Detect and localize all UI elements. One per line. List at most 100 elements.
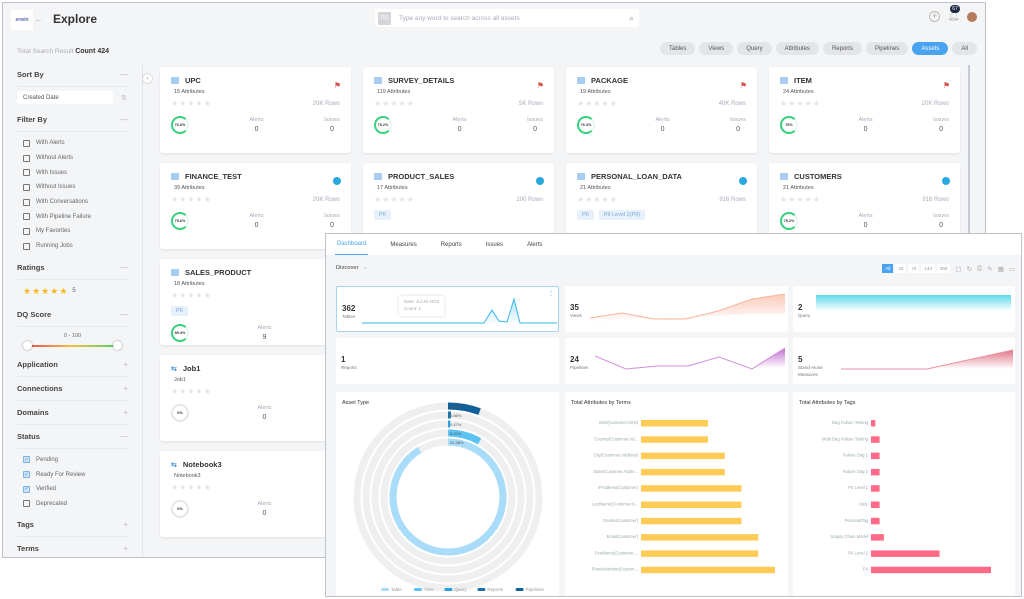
search-icon[interactable]: ⌕: [629, 13, 634, 24]
star-rating[interactable]: ★★★★★: [171, 483, 212, 492]
star-icon[interactable]: ★: [50, 286, 58, 297]
star-rating[interactable]: ★★★★★: [577, 195, 618, 204]
asset-card[interactable]: PACKAGE ⚑ 19 Attributes ★★★★★ 40K Rows 76.3% A…: [566, 67, 757, 153]
dq-score-slider[interactable]: [23, 339, 122, 353]
card-title[interactable]: SURVEY_DETAILS: [388, 76, 454, 85]
range-All[interactable]: All: [882, 264, 894, 273]
filter-option[interactable]: Running Jobs: [23, 239, 128, 254]
flag-icon[interactable]: ⚑: [334, 81, 341, 90]
star-rating[interactable]: ★★★★★: [171, 195, 212, 204]
filter-chip-attributes[interactable]: Attributes: [775, 42, 819, 55]
star-rating[interactable]: ★★★★★: [374, 99, 415, 108]
settings-icon[interactable]: ✎: [987, 265, 992, 273]
expand-icon[interactable]: +: [123, 520, 128, 529]
filter-option[interactable]: With Conversations: [23, 195, 128, 210]
star-rating[interactable]: ★★★★★: [171, 291, 212, 300]
card-title[interactable]: PACKAGE: [591, 76, 628, 85]
application-header[interactable]: Application +: [17, 353, 128, 377]
flag-icon[interactable]: ⚑: [537, 81, 544, 90]
filter-option[interactable]: With Alerts: [23, 136, 128, 151]
grid-icon[interactable]: ▦: [998, 265, 1004, 273]
filter-option[interactable]: With Issues: [23, 165, 128, 180]
export-icon[interactable]: ⎙: [977, 265, 982, 273]
tab-issues[interactable]: Issues: [484, 234, 505, 255]
star-rating[interactable]: ★★★★★: [171, 387, 212, 396]
tag-badge[interactable]: PII: [171, 306, 188, 316]
checkbox[interactable]: [23, 242, 30, 250]
collapse-icon[interactable]: —: [120, 263, 128, 272]
scrollbar[interactable]: [968, 65, 970, 245]
asset-card[interactable]: ⇆ Notebook3 Notebook3 ★★★★★0 0% Alerts 0: [160, 451, 351, 537]
filter-chip-views[interactable]: Views: [699, 42, 734, 55]
asset-card[interactable]: ITEM ⚑ 24 Attributes ★★★★★ 20K Rows 76% Alerts…: [769, 67, 960, 153]
asset-card[interactable]: SALES_PRODUCT 18 Attributes ★★★★★99 PII 89.4…: [160, 259, 351, 345]
status-header[interactable]: Status —: [17, 425, 128, 449]
collapse-sidebar-button[interactable]: ‹: [142, 73, 153, 84]
refresh-icon[interactable]: ↻: [967, 265, 972, 273]
tag-badge[interactable]: PII: [374, 210, 391, 220]
checkbox[interactable]: [23, 198, 30, 206]
kpi-tables[interactable]: 362 Tables Date: Jul 26 2023 Count: 1 ⋮: [336, 286, 559, 332]
tab-alerts[interactable]: Alerts: [525, 234, 544, 255]
checkbox[interactable]: [23, 154, 30, 162]
tab-reports[interactable]: Reports: [439, 234, 464, 255]
checkbox[interactable]: ✓: [23, 485, 30, 493]
asset-card[interactable]: UPC ⚑ 15 Attributes ★★★★★ 20K Rows 76.6% Alert…: [160, 67, 351, 153]
more-options-icon[interactable]: ⋮: [548, 290, 554, 297]
terms-header[interactable]: Terms +: [17, 537, 128, 557]
collapse-icon[interactable]: —: [120, 70, 128, 79]
expand-icon[interactable]: +: [123, 408, 128, 417]
card-title[interactable]: Notebook3: [183, 460, 222, 469]
connections-header[interactable]: Connections +: [17, 377, 128, 401]
kpi-measures[interactable]: 5 Stand-Alone Measures: [793, 338, 1015, 384]
filter-chip-assets[interactable]: Assets: [912, 42, 949, 55]
collapse-icon[interactable]: —: [120, 310, 128, 319]
filter-option[interactable]: With Pipeline Failure: [23, 209, 128, 224]
status-option[interactable]: ✓ Pending: [23, 453, 128, 468]
star-icon[interactable]: ★: [32, 286, 40, 297]
avatar[interactable]: [967, 11, 977, 22]
tab-measures[interactable]: Measures: [388, 234, 418, 255]
status-option[interactable]: ✓ Verified: [23, 482, 128, 497]
collapse-icon[interactable]: —: [120, 432, 128, 441]
checkbox[interactable]: [23, 500, 30, 508]
card-title[interactable]: CUSTOMERS: [794, 172, 842, 181]
card-title[interactable]: SALES_PRODUCT: [185, 268, 251, 277]
sort-by-header[interactable]: Sort By —: [17, 63, 128, 87]
search-mode-icon[interactable]: DQ: [378, 11, 391, 25]
back-arrow-icon[interactable]: ←: [34, 14, 43, 24]
status-option[interactable]: Deprecated: [23, 497, 128, 512]
filter-option[interactable]: Without Alerts: [23, 151, 128, 166]
filter-by-header[interactable]: Filter By —: [17, 108, 128, 132]
checkbox[interactable]: [23, 227, 30, 235]
star-rating[interactable]: ★★★★★: [780, 99, 821, 108]
star-icon[interactable]: ★: [41, 286, 49, 297]
card-title[interactable]: UPC: [185, 76, 201, 85]
bell-icon[interactable]: 🔔︎ 67: [947, 5, 960, 22]
tag-badge[interactable]: PII: [577, 210, 594, 220]
tag-badge[interactable]: PII Level 2(PII): [598, 210, 646, 220]
flag-icon[interactable]: ⚑: [740, 81, 747, 90]
star-rating[interactable]: ★★★★★: [780, 195, 821, 204]
kpi-query[interactable]: 2 Query: [793, 286, 1015, 332]
filter-option[interactable]: My Favorites: [23, 224, 128, 239]
asset-card[interactable]: SURVEY_DETAILS ⚑ 119 Attributes ★★★★★ 5K Row…: [363, 67, 554, 153]
asset-card[interactable]: ⇆ Job1 Job1 ★★★★★0 0% Alerts 0: [160, 355, 351, 441]
domains-header[interactable]: Domains +: [17, 401, 128, 425]
kpi-views[interactable]: 35 Views: [565, 286, 788, 332]
range-7d[interactable]: 7d: [908, 264, 920, 273]
tags-header[interactable]: Tags +: [17, 513, 128, 538]
filter-chip-reports[interactable]: Reports: [822, 42, 862, 55]
checkbox[interactable]: ✓: [23, 471, 30, 479]
dq-score-header[interactable]: DQ Score —: [17, 303, 128, 327]
star-icon[interactable]: ★: [23, 286, 31, 297]
checkbox[interactable]: ✓: [23, 456, 30, 464]
ratings-header[interactable]: Ratings —: [17, 256, 128, 280]
slider-min-handle[interactable]: [23, 340, 32, 350]
card-title[interactable]: PRODUCT_SALES: [388, 172, 454, 181]
flag-icon[interactable]: ⚑: [943, 81, 950, 90]
calendar-icon[interactable]: ▢: [955, 265, 961, 273]
star-icon[interactable]: ★: [59, 286, 67, 297]
search-bar[interactable]: DQ Type any word to search across all as…: [375, 9, 639, 27]
collapse-icon[interactable]: —: [120, 115, 128, 124]
